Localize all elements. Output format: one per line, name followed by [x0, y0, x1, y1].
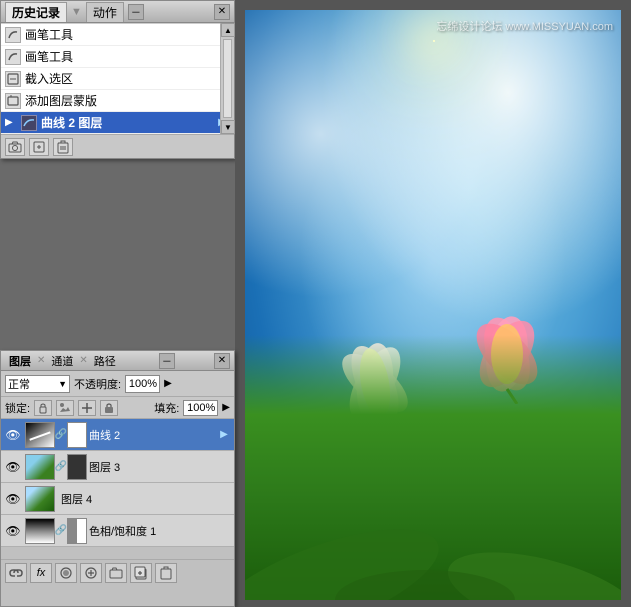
layer-name-3: 图层 3	[89, 459, 232, 475]
history-icon-4	[5, 93, 21, 109]
history-item-label-5: 曲线 2 图层	[41, 114, 102, 131]
history-footer	[1, 134, 234, 158]
history-icon-2	[5, 49, 21, 65]
scroll-thumb[interactable]	[223, 39, 232, 118]
lock-label: 锁定:	[5, 400, 30, 416]
lock-all-button[interactable]	[100, 400, 118, 416]
lock-position-button[interactable]	[78, 400, 96, 416]
fill-input[interactable]: 100%	[183, 400, 218, 416]
sun-rays	[433, 40, 435, 42]
history-item-label-3: 截入选区	[25, 70, 73, 87]
layers-controls: 正常 ▼ 不透明度: 100% ▶	[1, 371, 234, 397]
canvas-image: 忘绵设计论坛 www.MISSYUAN.com	[245, 10, 621, 600]
history-icon-1	[5, 27, 21, 43]
history-titlebar: 历史记录 ▼ 动作 － ✕	[1, 1, 234, 23]
delete-layer-button[interactable]	[155, 563, 177, 583]
canvas-area: 忘绵设计论坛 www.MISSYUAN.com	[235, 0, 631, 607]
history-active-arrow: ▶	[5, 117, 17, 128]
layer-mask-3	[67, 454, 87, 480]
layers-lock-row: 锁定: 填充: 100% ▶	[1, 397, 234, 419]
history-new-button[interactable]	[29, 138, 49, 156]
fill-value: 100%	[187, 402, 215, 414]
fx-label: fx	[37, 567, 46, 579]
layer-eye-3[interactable]: 👁	[3, 457, 23, 477]
layer-eye-4[interactable]: 👁	[3, 489, 23, 509]
history-list: 画笔工具 画笔工具 截入选区 添加图层蒙版	[1, 23, 234, 134]
layers-panel: 图层 ✕ 通道 ✕ 路径 － ✕ 正常 ▼ 不透明度: 100% ▶ 锁定: 填	[0, 350, 235, 607]
add-adjustment-button[interactable]	[80, 563, 102, 583]
layer-thumb-3	[25, 454, 55, 480]
history-icon-5	[21, 115, 37, 131]
opacity-input[interactable]: 100%	[125, 375, 160, 393]
history-item-label-4: 添加图层蒙版	[25, 92, 97, 109]
layer-item-4[interactable]: 👁 图层 4	[1, 483, 234, 515]
history-item-5[interactable]: ▶ 曲线 2 图层 ▶	[1, 112, 234, 134]
layer-expand-curves2[interactable]: ▶	[216, 429, 232, 440]
history-item-label-2: 画笔工具	[25, 48, 73, 65]
layers-minimize-button[interactable]: －	[159, 353, 175, 369]
layer-link-curves2: 🔗	[57, 429, 65, 440]
history-close-button[interactable]: ✕	[214, 4, 230, 20]
history-tab[interactable]: 历史记录	[5, 2, 67, 22]
lotus-background: 忘绵设计论坛 www.MISSYUAN.com	[245, 10, 621, 600]
layer-name-curves2: 曲线 2	[89, 427, 214, 443]
opacity-arrow[interactable]: ▶	[164, 378, 172, 389]
layer-mask-hue	[67, 518, 87, 544]
history-panel: 历史记录 ▼ 动作 － ✕ 画笔工具 画笔工具	[0, 0, 235, 159]
tab-divider-1: ✕	[37, 355, 45, 366]
new-group-button[interactable]	[105, 563, 127, 583]
opacity-label: 不透明度:	[74, 376, 121, 392]
lock-image-button[interactable]	[56, 400, 74, 416]
layers-titlebar: 图层 ✕ 通道 ✕ 路径 － ✕	[1, 351, 234, 371]
channels-tab[interactable]: 通道	[47, 352, 77, 370]
history-item-1[interactable]: 画笔工具	[1, 24, 234, 46]
layer-eye-hue[interactable]: 👁	[3, 521, 23, 541]
layer-mask-curves2	[67, 422, 87, 448]
layer-item-hue[interactable]: 👁 🔗 色相/饱和度 1	[1, 515, 234, 547]
link-layers-button[interactable]	[5, 563, 27, 583]
fill-arrow[interactable]: ▶	[222, 402, 230, 413]
history-item-3[interactable]: 截入选区	[1, 68, 234, 90]
layer-eye-curves2[interactable]: 👁	[3, 425, 23, 445]
blend-mode-value: 正常	[8, 376, 30, 392]
history-minimize-button[interactable]: －	[128, 4, 144, 20]
blend-mode-select[interactable]: 正常 ▼	[5, 375, 70, 393]
history-scroll-area: 画笔工具 画笔工具 截入选区 添加图层蒙版	[1, 23, 234, 134]
paths-tab[interactable]: 路径	[90, 352, 120, 370]
layer-list: 👁 🔗 曲线 2 ▶ 👁 🔗 图层 3 👁	[1, 419, 234, 559]
tab-divider-2: ✕	[79, 355, 87, 366]
history-camera-button[interactable]	[5, 138, 25, 156]
history-icon-3	[5, 71, 21, 87]
new-layer-button[interactable]	[130, 563, 152, 583]
layer-thumb-4	[25, 486, 55, 512]
layer-thumb-curves2	[25, 422, 55, 448]
scroll-down-arrow[interactable]: ▼	[221, 120, 235, 134]
add-mask-button[interactable]	[55, 563, 77, 583]
actions-tab[interactable]: 动作	[86, 2, 124, 22]
history-trash-button[interactable]	[53, 138, 73, 156]
layer-name-4: 图层 4	[57, 491, 232, 507]
history-item-label-1: 画笔工具	[25, 26, 73, 43]
layer-item-3[interactable]: 👁 🔗 图层 3	[1, 451, 234, 483]
layer-item-curves2[interactable]: 👁 🔗 曲线 2 ▶	[1, 419, 234, 451]
blend-mode-arrow: ▼	[58, 379, 67, 389]
layers-footer: fx	[1, 559, 234, 585]
fill-label: 填充:	[154, 400, 179, 416]
layer-style-button[interactable]: fx	[30, 563, 52, 583]
layers-tab[interactable]: 图层	[5, 352, 35, 370]
history-scrollbar[interactable]: ▲ ▼	[220, 23, 234, 134]
layers-close-button[interactable]: ✕	[214, 353, 230, 369]
scroll-up-arrow[interactable]: ▲	[221, 23, 235, 37]
lock-transparent-button[interactable]	[34, 400, 52, 416]
layer-link-3: 🔗	[57, 461, 65, 472]
history-item-2[interactable]: 画笔工具	[1, 46, 234, 68]
layer-thumb-hue	[25, 518, 55, 544]
leaves-svg	[245, 305, 621, 600]
history-item-4[interactable]: 添加图层蒙版	[1, 90, 234, 112]
opacity-value: 100%	[129, 378, 157, 390]
layer-link-hue: 🔗	[57, 525, 65, 536]
layer-name-hue: 色相/饱和度 1	[89, 523, 232, 539]
